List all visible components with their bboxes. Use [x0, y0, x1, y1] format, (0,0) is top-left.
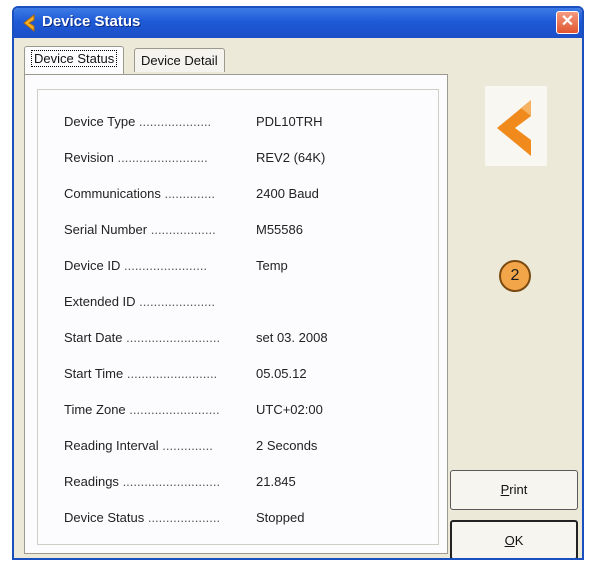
field-value: set 03. 2008: [256, 330, 328, 345]
device-status-window: Device Status ✕ Device Status Device Det…: [12, 6, 584, 560]
field-value: M55586: [256, 222, 303, 237]
print-label: rint: [509, 482, 528, 497]
field-row: Communications .............. 2400 Baud: [64, 184, 319, 204]
window-title: Device Status: [42, 13, 141, 30]
field-leader: ....................: [138, 114, 212, 129]
field-value: 05.05.12: [256, 366, 307, 381]
field-leader: ..................: [150, 222, 216, 237]
field-label: Start Time: [64, 366, 124, 381]
print-mnemonic: P: [500, 482, 510, 497]
field-row: Device Type .................... PDL10TRH: [64, 112, 322, 132]
field-label: Time Zone: [64, 402, 126, 417]
field-leader: ....................: [147, 510, 221, 525]
field-value: 21.845: [256, 474, 296, 489]
tab-label: Device Status: [31, 50, 118, 67]
field-label: Readings: [64, 474, 119, 489]
close-icon: ✕: [560, 13, 575, 30]
field-value: PDL10TRH: [256, 114, 323, 129]
tab-label: Device Detail: [141, 53, 218, 68]
field-row: Start Time ......................... 05.0…: [64, 364, 307, 384]
field-label: Device Type: [64, 114, 136, 129]
field-value: Temp: [256, 258, 288, 273]
app-logo-icon: [23, 13, 35, 33]
field-row: Device Status .................... Stoppe…: [64, 508, 304, 528]
field-label: Device Status: [64, 510, 145, 525]
field-value: Stopped: [256, 510, 305, 525]
tab-device-detail[interactable]: Device Detail: [134, 48, 225, 72]
device-info-group: Device Type .................... PDL10TRH…: [37, 89, 439, 545]
field-label: Serial Number: [64, 222, 148, 237]
field-leader: .....................: [139, 294, 216, 309]
field-label: Device ID: [64, 258, 121, 273]
field-value: 2400 Baud: [256, 186, 319, 201]
field-leader: .........................: [117, 150, 208, 165]
field-value: REV2 (64K): [256, 150, 326, 165]
field-row: Readings ........................... 21.8…: [64, 472, 296, 492]
field-value: 2 Seconds: [256, 438, 318, 453]
device-logo-icon: [485, 86, 547, 166]
field-label: Revision: [64, 150, 114, 165]
tab-device-status[interactable]: Device Status: [24, 46, 125, 74]
print-button[interactable]: Print: [450, 470, 578, 510]
field-leader: ..........................: [126, 330, 221, 345]
field-row: Device ID ....................... Temp: [64, 256, 288, 276]
field-leader: ...........................: [122, 474, 221, 489]
field-value: UTC+02:00: [256, 402, 323, 417]
field-leader: ..............: [164, 186, 216, 201]
callout-badge: 2: [499, 260, 531, 292]
field-leader: .......................: [123, 258, 208, 273]
field-row: Extended ID .....................: [64, 292, 254, 312]
ok-button[interactable]: OK: [450, 520, 578, 558]
ok-label: K: [514, 533, 524, 548]
ok-mnemonic: O: [504, 533, 515, 548]
close-button[interactable]: ✕: [556, 11, 579, 34]
field-row: Reading Interval .............. 2 Seconds: [64, 436, 317, 456]
field-row: Time Zone ......................... UTC+0…: [64, 400, 323, 420]
field-leader: .........................: [126, 366, 218, 381]
field-row: Start Date .......................... set…: [64, 328, 328, 348]
field-leader: ..............: [162, 438, 213, 453]
title-bar[interactable]: Device Status ✕: [14, 8, 582, 38]
field-row: Revision ......................... REV2 (…: [64, 148, 325, 168]
device-status-panel: Device Type .................... PDL10TRH…: [24, 74, 448, 554]
field-row: Serial Number .................. M55586: [64, 220, 303, 240]
field-label: Start Date: [64, 330, 123, 345]
field-leader: .........................: [129, 402, 220, 417]
field-label: Extended ID: [64, 294, 136, 309]
field-label: Reading Interval: [64, 438, 159, 453]
field-label: Communications: [64, 186, 161, 201]
